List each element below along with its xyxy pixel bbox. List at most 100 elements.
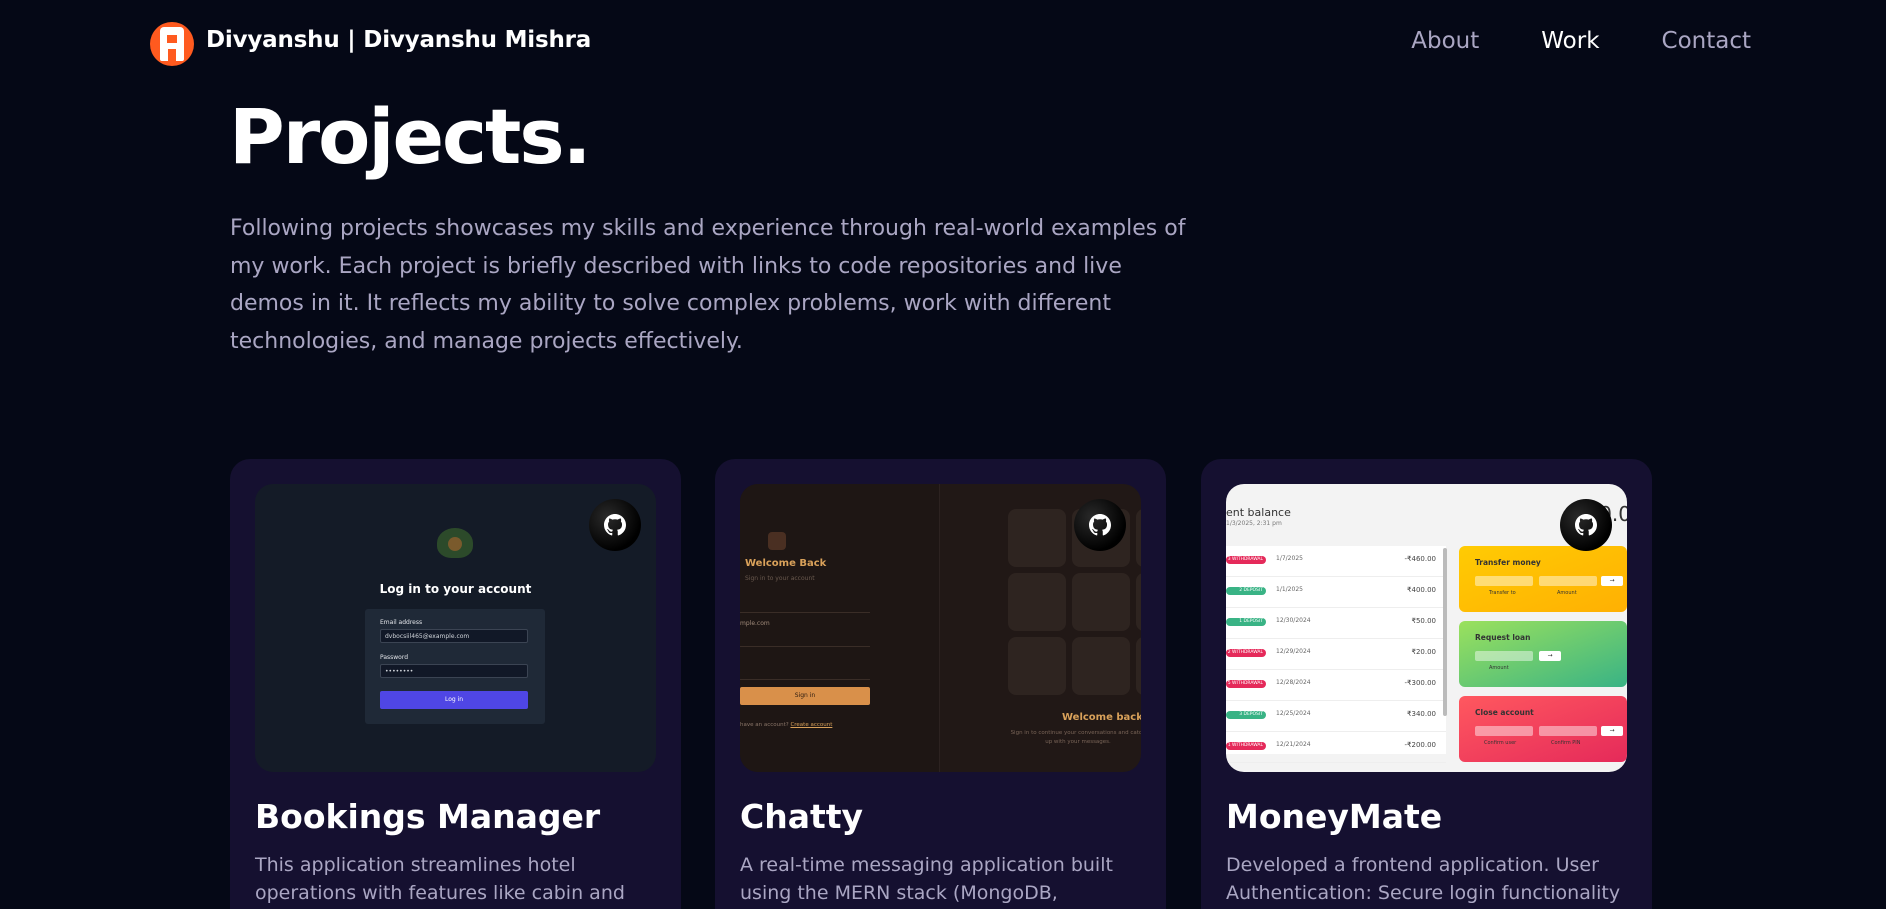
preview-email-field: dvbocsiil465@example.com [380, 629, 528, 643]
movement-row: 3 DEPOSIT 12/25/2024 ₹340.00 [1226, 701, 1446, 732]
operation-field [1539, 576, 1597, 586]
github-icon [1089, 514, 1111, 536]
preview-right-text: Sign in to continue your conversations a… [1010, 730, 1141, 745]
project-card-bookings-manager: Log in to your account Email address dvb… [230, 459, 681, 909]
movement-date: 12/29/2024 [1276, 648, 1311, 655]
github-icon [1575, 514, 1597, 536]
operation-title: Transfer money [1475, 558, 1541, 567]
operation-button: → [1539, 651, 1561, 661]
project-description: This application streamlines hotel opera… [255, 854, 625, 904]
movement-date: 12/30/2024 [1276, 617, 1311, 624]
operation-title: Close account [1475, 708, 1534, 717]
pattern-tile [1008, 509, 1066, 567]
operation-field [1539, 726, 1597, 736]
create-account-link: Create account [790, 722, 833, 728]
movement-type: 3 WITHDRAWAL [1226, 556, 1266, 564]
movement-amount: ₹50.00 [1411, 617, 1437, 625]
project-preview-image: Log in to your account Email address dvb… [255, 484, 656, 772]
preview-balance-label: ent balance [1226, 506, 1291, 519]
movement-row: 5 WITHDRAWAL 12/28/2024 -₹300.00 [1226, 670, 1446, 701]
project-card-chatty: Welcome Back Sign in to your account mpl… [715, 459, 1166, 909]
movement-date: 12/25/2024 [1276, 710, 1311, 717]
field-label: Confirm PIN [1551, 740, 1581, 746]
movement-amount: ₹20.00 [1411, 648, 1437, 656]
movement-row: 2 DEPOSIT 1/1/2025 ₹400.00 [1226, 577, 1446, 608]
project-preview-image: Welcome Back Sign in to your account mpl… [740, 484, 1141, 772]
preview-email-label: Email address [380, 619, 423, 626]
field-label: Amount [1557, 590, 1577, 596]
preview-account-text: have an account? Create account [740, 722, 832, 728]
movement-amount: -₹300.00 [1404, 679, 1436, 687]
nav-links: About Work Contact [1411, 28, 1751, 54]
operation-field [1475, 651, 1533, 661]
preview-close-panel: Close account → Confirm user Confirm PIN [1459, 696, 1627, 762]
pattern-tile [1072, 637, 1130, 695]
github-link-button[interactable] [1074, 499, 1126, 551]
navbar: Divyanshu | Divyanshu Mishra About Work … [0, 0, 1886, 86]
operation-button: → [1601, 726, 1623, 736]
brand-name[interactable]: Divyanshu | Divyanshu Mishra [206, 27, 591, 53]
movement-row: 1 DEPOSIT 12/30/2024 ₹50.00 [1226, 608, 1446, 639]
divider [740, 679, 870, 680]
preview-email-field: mple.com [740, 620, 770, 627]
page-title: Projects. [229, 92, 591, 181]
movement-date: 12/28/2024 [1276, 679, 1311, 686]
operation-field [1475, 576, 1533, 586]
preview-loan-panel: Request loan → Amount [1459, 621, 1627, 687]
movement-amount: -₹460.00 [1404, 555, 1436, 563]
nav-link-contact[interactable]: Contact [1662, 28, 1751, 54]
preview-movements-list: 3 WITHDRAWAL 1/7/2025 -₹460.00 2 DEPOSIT 1/… [1226, 546, 1446, 763]
field-label: Amount [1489, 665, 1509, 671]
preview-login-panel: Welcome Back Sign in to your account mpl… [740, 484, 940, 772]
movement-date: 12/21/2024 [1276, 741, 1311, 748]
divider [740, 612, 870, 613]
preview-right-heading: Welcome back! [1062, 712, 1141, 723]
movement-type: 5 WITHDRAWAL [1226, 680, 1266, 688]
preview-password-label: Password [380, 654, 409, 661]
preview-balance-date: 1/3/2025, 2:31 pm [1226, 520, 1282, 527]
movement-type: 1 WITHDRAWAL [1226, 742, 1266, 750]
movement-amount: -₹200.00 [1404, 741, 1436, 749]
field-label: Confirm user [1484, 740, 1517, 746]
preview-transfer-panel: Transfer money → Transfer to Amount [1459, 546, 1627, 612]
divider [740, 646, 870, 647]
chat-icon [768, 532, 786, 550]
pattern-tile [1136, 637, 1141, 695]
github-icon [604, 514, 626, 536]
pattern-tile [1136, 509, 1141, 567]
project-title: Chatty [740, 797, 864, 836]
movement-row: 2 WITHDRAWAL 12/29/2024 ₹20.00 [1226, 639, 1446, 670]
nav-link-about[interactable]: About [1411, 28, 1479, 54]
movement-type: 3 DEPOSIT [1226, 711, 1266, 719]
pattern-tile [1008, 637, 1066, 695]
preview-subheading: Sign in to your account [745, 575, 815, 582]
page-description: Following projects showcases my skills a… [230, 216, 1186, 354]
preview-scrollbar [1443, 548, 1447, 716]
logo-icon[interactable] [150, 22, 194, 66]
movement-row: 3 WITHDRAWAL 1/7/2025 -₹460.00 [1226, 546, 1446, 577]
movement-type: 2 DEPOSIT [1226, 587, 1266, 595]
project-title: Bookings Manager [255, 797, 601, 836]
nav-link-work[interactable]: Work [1541, 28, 1599, 54]
project-description: Developed a frontend application. User A… [1226, 854, 1621, 904]
operation-button: → [1601, 576, 1623, 586]
movement-amount: ₹340.00 [1407, 710, 1436, 718]
field-label: Transfer to [1489, 590, 1516, 596]
preview-login-form: Email address dvbocsiil465@example.com P… [365, 609, 545, 724]
account-question: have an account? [740, 722, 789, 728]
app-logo-icon [437, 528, 473, 558]
github-link-button[interactable] [589, 499, 641, 551]
preview-signin-button: Sign in [740, 687, 870, 705]
preview-login-button: Log in [380, 691, 528, 709]
operation-title: Request loan [1475, 633, 1531, 642]
pattern-tile [1072, 573, 1130, 631]
movement-date: 1/7/2025 [1276, 555, 1303, 562]
operation-field [1475, 726, 1533, 736]
preview-password-field: •••••••• [380, 664, 528, 678]
project-preview-image: ent balance 1/3/2025, 2:31 pm 0.0 3 WITH… [1226, 484, 1627, 772]
movement-row: 1 WITHDRAWAL 12/21/2024 -₹200.00 [1226, 732, 1446, 763]
pattern-tile [1136, 573, 1141, 631]
preview-heading: Log in to your account [379, 582, 532, 596]
project-card-moneymate: ent balance 1/3/2025, 2:31 pm 0.0 3 WITH… [1201, 459, 1652, 909]
github-link-button[interactable] [1560, 499, 1612, 551]
